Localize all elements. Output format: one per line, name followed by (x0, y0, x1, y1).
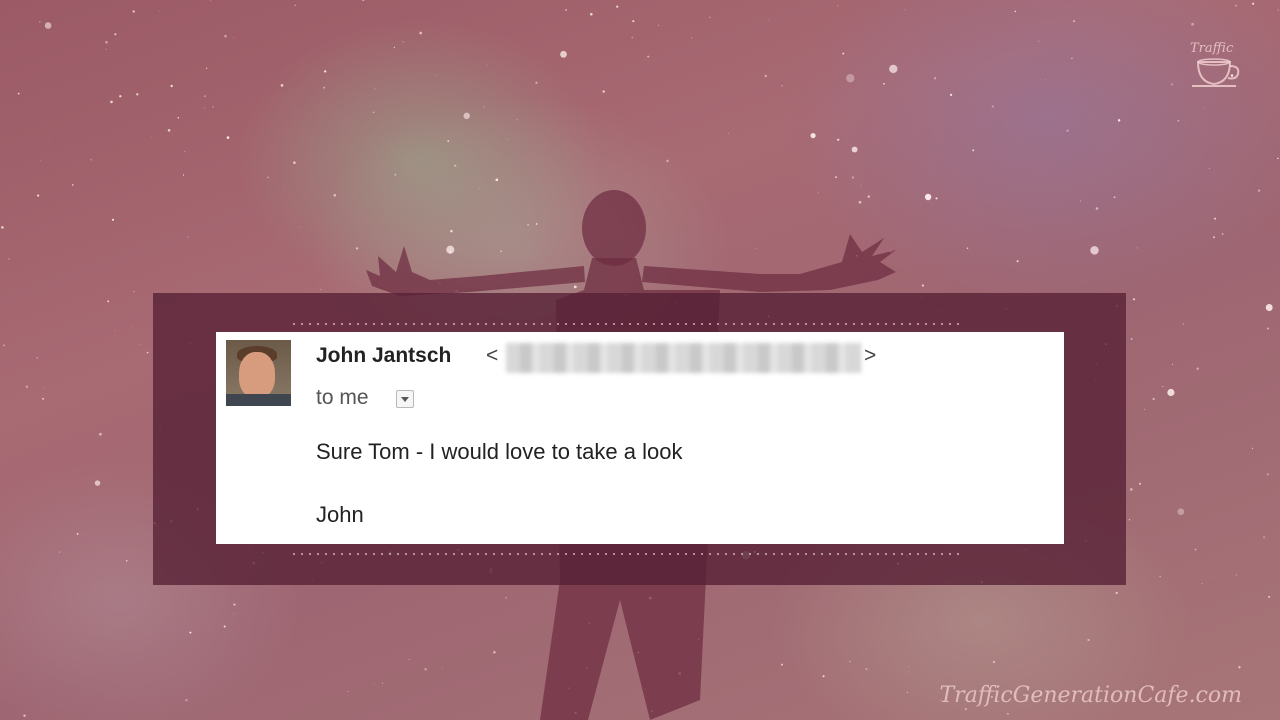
coffee-cup-icon: Traffic (1190, 41, 1240, 87)
brand-watermark: TrafficGenerationCafe.com (939, 683, 1243, 708)
dotted-divider-top (290, 323, 960, 325)
recipient-label: to me (316, 386, 369, 409)
chevron-down-icon[interactable] (396, 390, 414, 408)
logo-text: Traffic (1190, 41, 1234, 56)
email-address-open: < (486, 344, 499, 367)
sender-name[interactable]: John Jantsch (316, 344, 451, 368)
email-address-close: > (864, 344, 877, 367)
avatar[interactable] (226, 340, 291, 406)
email-card: John Jantsch < > to me Sure Tom - I woul… (216, 332, 1064, 544)
avatar-shirt (226, 394, 291, 406)
dotted-divider-bottom (290, 553, 960, 555)
blurred-email-address (506, 343, 861, 373)
email-body-line: Sure Tom - I would love to take a look (316, 439, 683, 464)
avatar-face (239, 352, 275, 398)
email-signature: John (316, 502, 364, 527)
